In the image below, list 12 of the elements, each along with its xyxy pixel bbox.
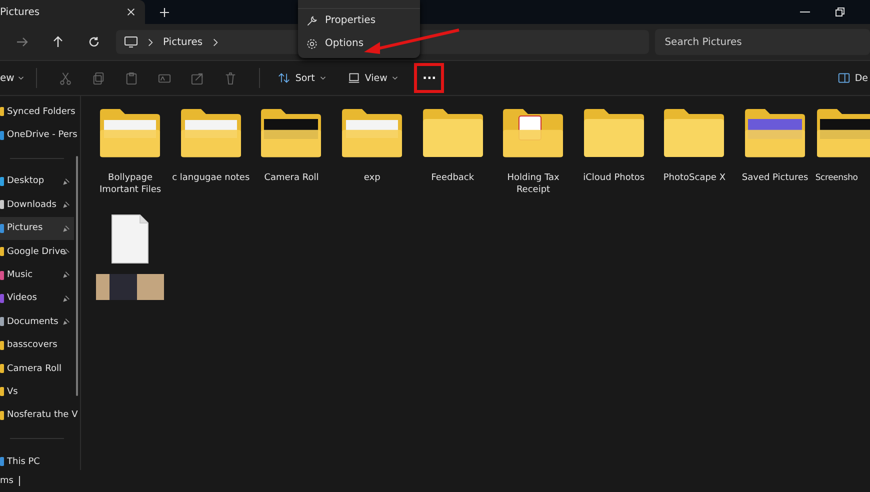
- tab-title: Pictures: [0, 6, 40, 18]
- folder-name: Bollypage Imortant Files: [98, 172, 162, 196]
- folder-name: exp: [364, 172, 380, 184]
- folder-name: Holding Tax Receipt: [506, 172, 560, 196]
- status-text: ms: [0, 476, 14, 486]
- folder-name: c langugae notes: [172, 172, 250, 184]
- folder-name: Saved Pictures: [742, 172, 808, 184]
- folder-name: Feedback: [431, 172, 474, 184]
- folder-name: iCloud Photos: [583, 172, 645, 184]
- folder-name: PhotoScape X: [663, 172, 726, 184]
- folder-name: Camera Roll: [264, 172, 319, 184]
- folder-name: Screensho: [815, 172, 858, 184]
